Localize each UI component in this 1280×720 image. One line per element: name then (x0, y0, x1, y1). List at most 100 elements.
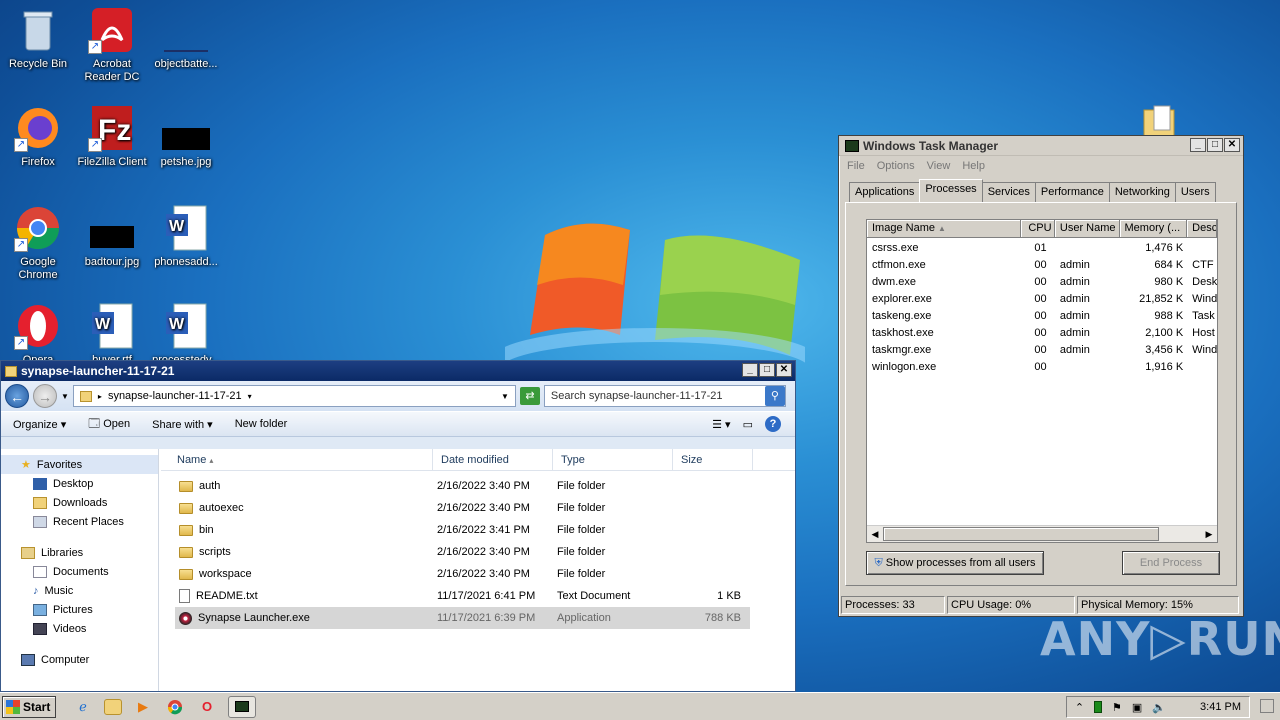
activity-icon[interactable] (1094, 701, 1103, 713)
volume-icon[interactable]: 🔈 (1152, 701, 1166, 714)
word-document-icon[interactable]: W phonesadd... (148, 204, 224, 269)
file-row[interactable]: auth 2/16/2022 3:40 PM File folder (175, 475, 750, 497)
process-list[interactable]: Image Name ▲ CPU User Name Memory (... D… (866, 219, 1218, 543)
opera-taskbar-icon[interactable]: O (196, 696, 218, 718)
recent-pages-chevron-icon[interactable]: ▼ (61, 392, 69, 401)
tab-applications[interactable]: Applications (849, 182, 921, 202)
column-user-name[interactable]: User Name (1055, 220, 1120, 237)
nav-downloads[interactable]: Downloads (1, 493, 158, 512)
file-row[interactable]: README.txt 11/17/2021 6:41 PM Text Documen… (175, 585, 750, 607)
scroll-left-icon[interactable]: ◀ (868, 527, 882, 541)
explorer-window[interactable]: synapse-launcher-11-17-21 _ □ ✕ ← → ▼ ▸ … (0, 360, 796, 692)
file-explorer-icon[interactable] (104, 698, 122, 715)
flag-icon[interactable]: ⚑ (1112, 701, 1122, 714)
process-row[interactable]: ctfmon.exe00admin684 KCTF L (867, 257, 1217, 274)
clock[interactable]: 3:41 PM (1200, 701, 1241, 713)
tab-services[interactable]: Services (981, 182, 1036, 202)
nav-favorites[interactable]: ★ Favorites (1, 455, 158, 474)
nav-recent-places[interactable]: Recent Places (1, 512, 158, 531)
end-process-button[interactable]: End Process (1122, 551, 1220, 575)
close-button[interactable]: ✕ (1224, 138, 1240, 152)
menu-file[interactable]: File (847, 160, 865, 172)
media-player-icon[interactable]: ▶ (132, 696, 154, 718)
column-type[interactable]: Type (553, 449, 673, 470)
search-input[interactable]: Search synapse-launcher-11-17-21 ⚲ (543, 385, 786, 407)
explorer-titlebar[interactable]: synapse-launcher-11-17-21 _ □ ✕ (1, 361, 795, 381)
recycle-bin-icon[interactable]: Recycle Bin (0, 6, 76, 71)
menu-view[interactable]: View (927, 160, 951, 172)
task-manager-taskbar-icon[interactable] (228, 695, 256, 718)
minimize-button[interactable]: _ (742, 363, 758, 377)
internet-explorer-icon[interactable]: ℯ (72, 696, 94, 718)
start-button[interactable]: Start (2, 695, 56, 718)
refresh-icon[interactable]: ⇄ (519, 387, 540, 405)
file-row[interactable]: bin 2/16/2022 3:41 PM File folder (175, 519, 750, 541)
scrollbar-thumb[interactable] (883, 527, 1159, 541)
nav-music[interactable]: ♪ Music (1, 581, 158, 600)
chrome-taskbar-icon[interactable] (164, 696, 186, 718)
file-row[interactable]: autoexec 2/16/2022 3:40 PM File folder (175, 497, 750, 519)
column-memory[interactable]: Memory (... (1120, 220, 1188, 237)
scroll-right-icon[interactable]: ▶ (1202, 527, 1216, 541)
nav-computer[interactable]: Computer (1, 650, 158, 669)
process-row[interactable]: taskmgr.exe 00 admin 3,456 K Wind (867, 342, 1217, 359)
process-row[interactable]: winlogon.exe 00 1,916 K (867, 359, 1217, 376)
nav-libraries[interactable]: Libraries (1, 543, 158, 562)
maximize-button[interactable]: □ (759, 363, 775, 377)
chrome-icon[interactable]: ↗ Google Chrome (0, 204, 76, 282)
breadcrumb-chevron-icon[interactable]: ▸ (98, 392, 102, 401)
menu-options[interactable]: Options (877, 160, 915, 172)
preview-pane-icon[interactable]: ▭ (743, 418, 753, 431)
horizontal-scrollbar[interactable]: ◀ ▶ (867, 525, 1217, 542)
help-icon[interactable]: ? (765, 416, 781, 432)
show-all-users-button[interactable]: ⛨ Show processes from all users (866, 551, 1044, 575)
search-icon[interactable]: ⚲ (764, 386, 785, 406)
image-file-icon[interactable]: petshe.jpg (148, 104, 224, 169)
objectbattery-file-icon[interactable]: objectbatte... (148, 6, 224, 71)
chevron-down-icon[interactable]: ▾ (248, 392, 252, 401)
process-row[interactable]: dwm.exe 00 admin 980 K Desk (867, 274, 1217, 291)
open-button[interactable]: 🗔 Open (88, 415, 130, 434)
column-date-modified[interactable]: Date modified (433, 449, 553, 470)
rtf-document-icon[interactable]: W buyer.rtf (74, 302, 150, 367)
column-image-name[interactable]: Image Name ▲ (867, 220, 1022, 237)
view-options-icon[interactable]: ☰ ▾ (712, 418, 730, 431)
process-row[interactable]: explorer.exe 00 admin 21,852 K Wind (867, 291, 1217, 308)
folder-icon[interactable] (1142, 104, 1176, 137)
image-file-icon[interactable]: badtour.jpg (74, 204, 150, 269)
process-row[interactable]: taskhost.exe 00 admin 2,100 K Host (867, 325, 1217, 342)
nav-pictures[interactable]: Pictures (1, 600, 158, 619)
column-description[interactable]: Desc (1187, 220, 1217, 237)
tab-networking[interactable]: Networking (1108, 182, 1176, 202)
maximize-button[interactable]: □ (1207, 138, 1223, 152)
share-with-menu[interactable]: Share with ▾ (152, 418, 213, 431)
firefox-icon[interactable]: ↗ Firefox (0, 104, 76, 169)
acrobat-reader-icon[interactable]: ↗ Acrobat Reader DC (74, 6, 150, 84)
address-bar[interactable]: ▸ synapse-launcher-11-17-21 ▾ ▼ (72, 385, 516, 407)
nav-desktop[interactable]: Desktop (1, 474, 158, 493)
column-size[interactable]: Size (673, 449, 753, 470)
tab-processes[interactable]: Processes (919, 179, 983, 202)
process-row[interactable]: taskeng.exe 00 admin 988 K Task (867, 308, 1217, 325)
filezilla-icon[interactable]: Fz ↗ FileZilla Client (74, 104, 150, 169)
file-row[interactable]: workspace 2/16/2022 3:40 PM File folder (175, 563, 750, 585)
nav-documents[interactable]: Documents (1, 562, 158, 581)
forward-button[interactable]: → (33, 384, 57, 408)
task-manager-window[interactable]: Windows Task Manager _ □ ✕ File Options … (838, 135, 1244, 617)
task-manager-titlebar[interactable]: Windows Task Manager _ □ ✕ (839, 136, 1243, 156)
menu-help[interactable]: Help (962, 160, 985, 172)
tab-performance[interactable]: Performance (1034, 182, 1110, 202)
network-icon[interactable]: ▣ (1132, 701, 1142, 714)
word-document-icon[interactable]: W processtedy... (148, 302, 224, 367)
opera-icon[interactable]: ↗ Opera (0, 302, 76, 367)
process-row[interactable]: csrss.exe 01 1,476 K (867, 240, 1217, 257)
column-name[interactable]: Name ▴ (161, 449, 433, 470)
file-row[interactable]: scripts 2/16/2022 3:40 PM File folder (175, 541, 750, 563)
file-row-selected[interactable]: Synapse Launcher.exe 11/17/2021 6:39 PM Ap… (175, 607, 750, 629)
organize-menu[interactable]: Organize ▾ (13, 418, 66, 431)
show-hidden-icons-icon[interactable]: ⌃ (1075, 701, 1084, 714)
back-button[interactable]: ← (5, 384, 29, 408)
column-cpu[interactable]: CPU (1021, 220, 1055, 237)
address-dropdown-icon[interactable]: ▼ (501, 392, 509, 401)
nav-videos[interactable]: Videos (1, 619, 158, 638)
